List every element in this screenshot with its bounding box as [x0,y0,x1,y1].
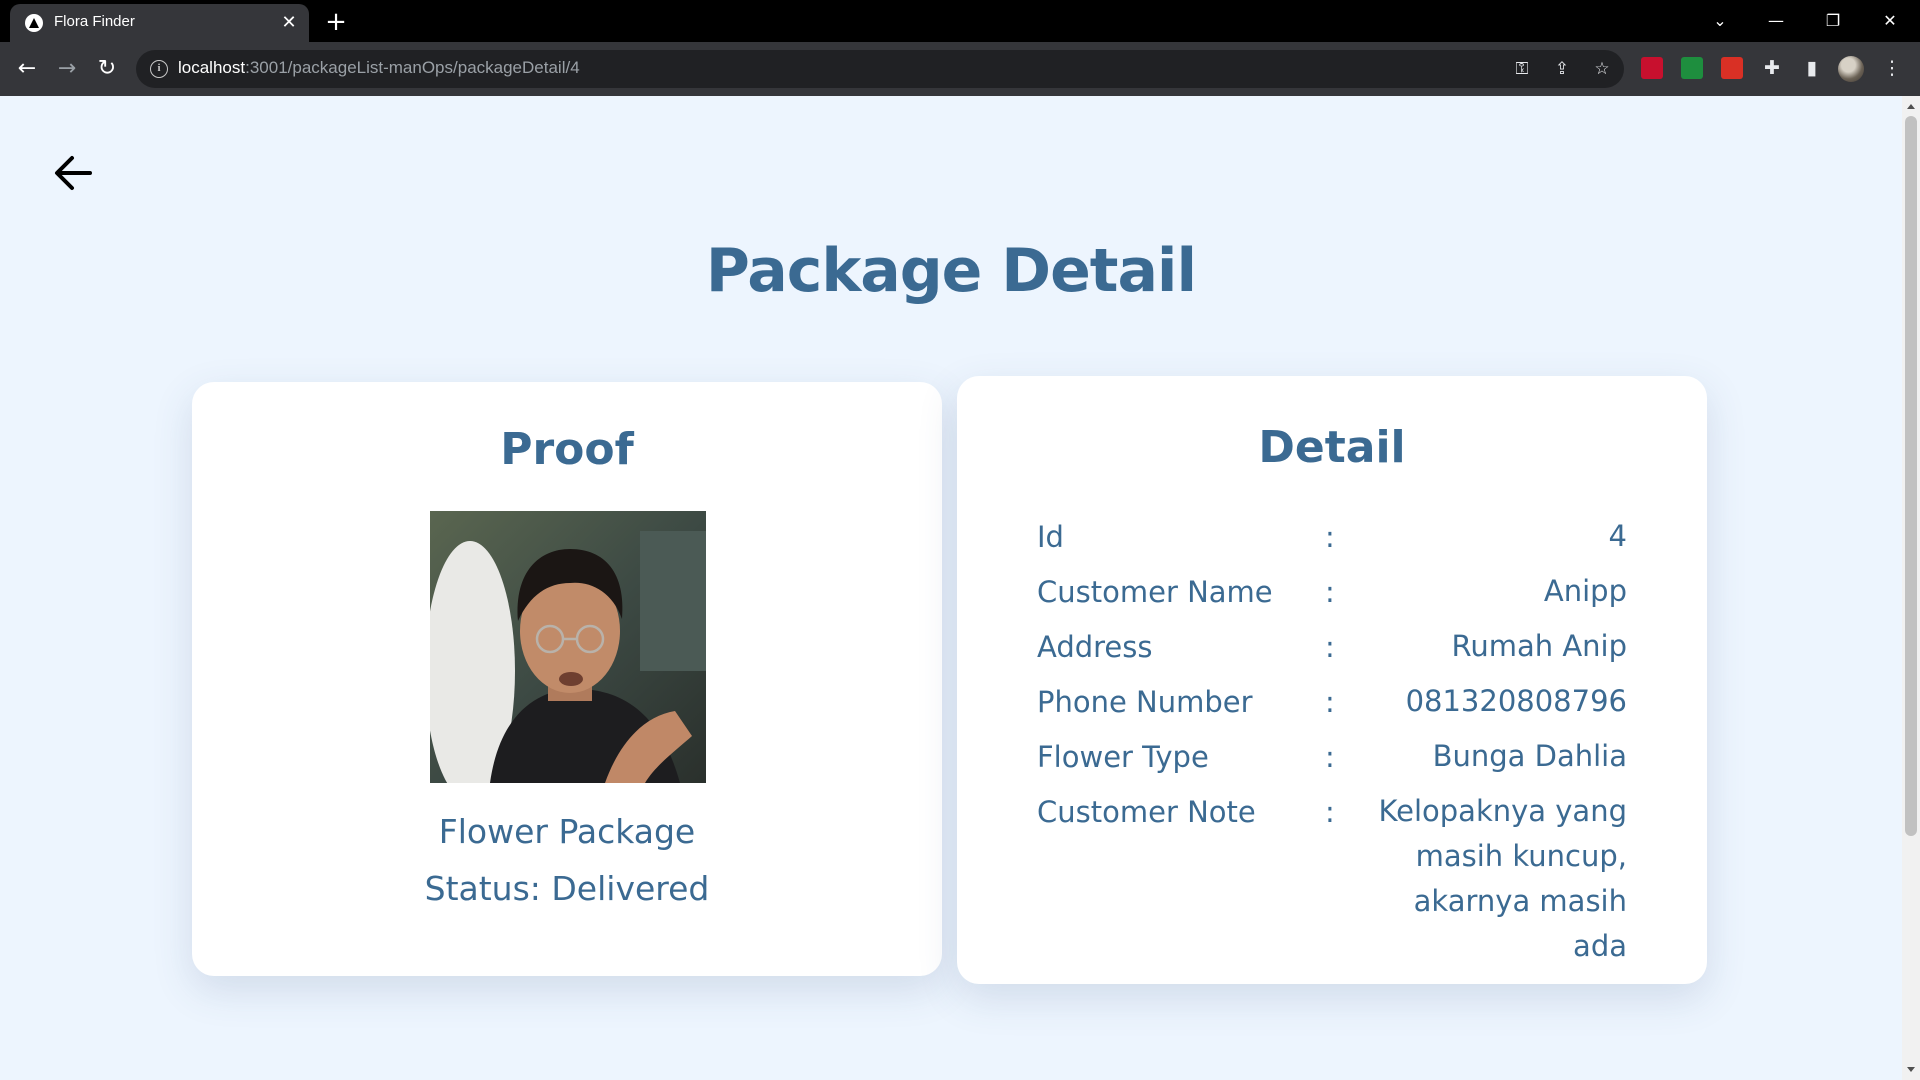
url-host: localhost [178,58,246,77]
scroll-up-icon[interactable] [1907,104,1915,109]
tab-search-icon[interactable]: ⌄ [1700,6,1740,36]
detail-value: 4 [1608,519,1627,553]
browser-menu-icon[interactable]: ⋮ [1878,54,1906,82]
browser-forward-icon[interactable]: → [52,54,82,84]
close-window-icon[interactable]: ✕ [1870,6,1910,36]
browser-tab[interactable]: Flora Finder ✕ [10,4,309,42]
detail-label: Flower Type [1037,740,1209,774]
url-path: :3001/packageList-manOps/packageDetail/4 [245,58,580,77]
site-info-icon[interactable]: i [150,60,168,78]
extension-green-icon[interactable] [1681,57,1703,79]
share-icon[interactable]: ⇪ [1550,57,1574,81]
detail-separator: : [1325,685,1335,719]
arrow-left-icon [55,156,92,190]
package-status: Status: Delivered [424,869,710,908]
profile-avatar[interactable] [1838,56,1864,82]
page-title: Package Detail [705,236,1197,306]
browser-toolbar: ← → ↻ i localhost:3001/packageList-manOp… [0,42,1920,96]
proof-photo [430,511,706,783]
tab-close-icon[interactable]: ✕ [279,13,299,33]
detail-separator: : [1325,575,1335,609]
extensions-puzzle-icon[interactable]: ✚ [1758,54,1786,82]
extension-red-icon[interactable] [1641,57,1663,79]
detail-value: Bunga Dahlia [1432,739,1627,773]
address-bar[interactable]: i localhost:3001/packageList-manOps/pack… [136,50,1624,88]
browser-tab-strip: Flora Finder ✕ + ⌄ — ❐ ✕ [0,0,1920,42]
detail-label: Id [1037,520,1064,554]
restore-window-icon[interactable]: ❐ [1813,6,1853,36]
scrollbar-thumb[interactable] [1905,116,1917,836]
page-viewport: Package Detail Proof Flower Package Stat… [0,96,1902,1080]
side-panel-icon[interactable]: ▮ [1798,54,1826,82]
detail-label: Customer Note [1037,795,1256,829]
extension-m-icon[interactable] [1721,57,1743,79]
proof-heading: Proof [500,424,634,475]
package-label: Flower Package [438,812,696,851]
detail-label: Customer Name [1037,575,1273,609]
detail-value: 081320808796 [1405,684,1627,718]
reload-icon[interactable]: ↻ [92,54,122,84]
back-arrow-button[interactable] [52,152,94,194]
password-key-icon[interactable]: ⚿ [1510,57,1534,81]
detail-value: Rumah Anip [1451,629,1627,663]
detail-value: Anipp [1543,574,1627,608]
detail-heading: Detail [1258,422,1406,473]
new-tab-button[interactable]: + [322,8,350,36]
proof-card: Proof Flower Package Status: Delivered [192,382,942,976]
detail-separator: : [1325,795,1335,829]
url-text[interactable]: localhost:3001/packageList-manOps/packag… [178,58,580,78]
detail-separator: : [1325,520,1335,554]
minimize-window-icon[interactable]: — [1756,6,1796,36]
detail-label: Address [1037,630,1153,664]
detail-separator: : [1325,630,1335,664]
bookmark-star-icon[interactable]: ☆ [1590,57,1614,81]
tab-title: Flora Finder [54,13,135,30]
site-favicon-icon [25,14,43,32]
detail-label: Phone Number [1037,685,1253,719]
detail-separator: : [1325,740,1335,774]
detail-card: Detail Id : 4 Customer Name : Anipp Addr… [957,376,1707,984]
vertical-scrollbar[interactable] [1902,96,1920,1080]
scroll-down-icon[interactable] [1907,1067,1915,1072]
browser-back-icon[interactable]: ← [12,54,42,84]
detail-value: Kelopaknya yang masih kuncup, akarnya ma… [1378,794,1627,963]
